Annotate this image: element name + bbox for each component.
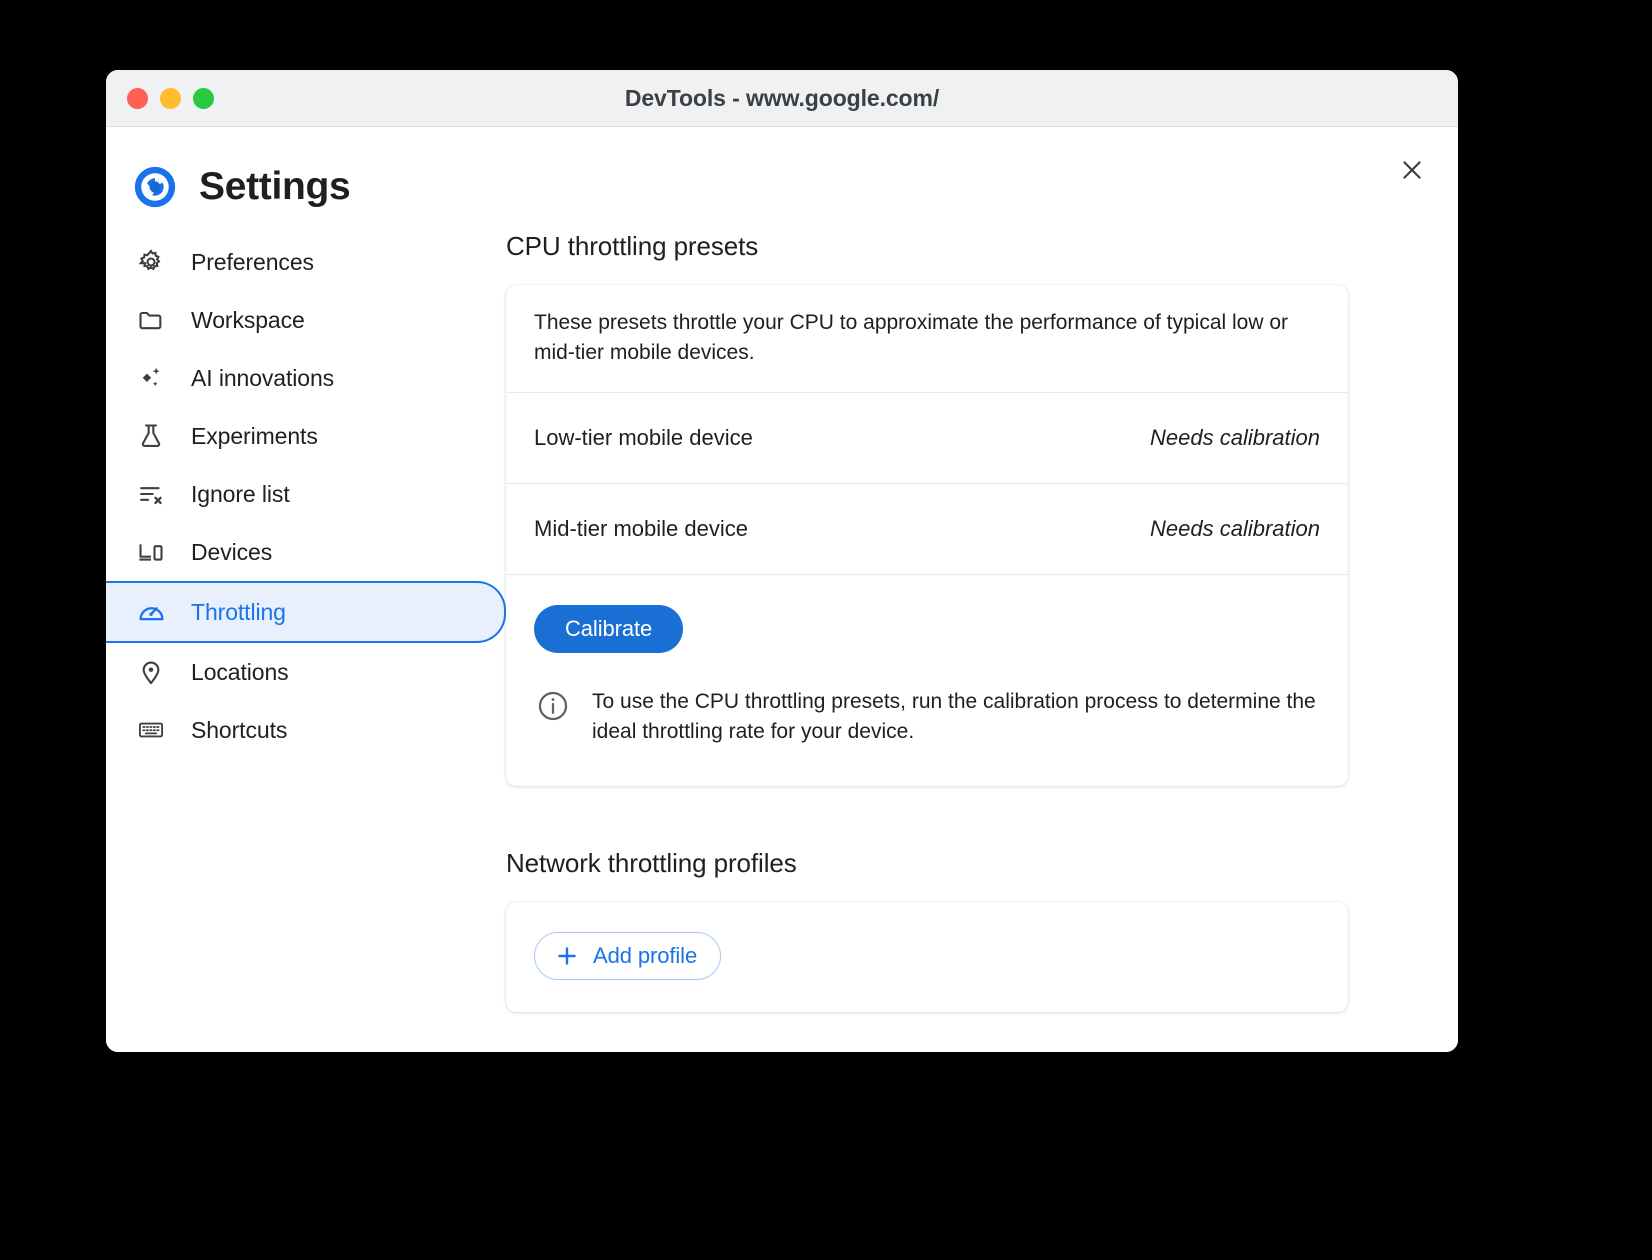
- settings-main-panel: CPU throttling presets These presets thr…: [506, 209, 1458, 1012]
- plus-icon: [558, 946, 576, 965]
- sidebar-item-label: Devices: [191, 538, 273, 565]
- sidebar-item-ai-innovations[interactable]: AI innovations: [106, 349, 506, 407]
- chrome-logo-icon: [134, 166, 176, 208]
- sidebar-item-label: Workspace: [191, 306, 305, 333]
- cpu-section-description: These presets throttle your CPU to appro…: [506, 285, 1348, 393]
- sidebar-item-workspace[interactable]: Workspace: [106, 291, 506, 349]
- close-settings-button[interactable]: [1393, 151, 1431, 189]
- devtools-window: DevTools - www.google.com/ Settings Pref…: [106, 70, 1458, 1052]
- list-x-icon: [136, 479, 166, 509]
- sidebar-item-devices[interactable]: Devices: [106, 523, 506, 581]
- network-section-title: Network throttling profiles: [506, 847, 797, 878]
- settings-content: Settings Preferences Workspace AI innova…: [106, 127, 1458, 1052]
- sidebar-item-label: AI innovations: [191, 364, 335, 391]
- sparkle-icon: [136, 363, 166, 393]
- settings-sidebar: Preferences Workspace AI innovations Exp…: [106, 209, 506, 759]
- sidebar-item-locations[interactable]: Locations: [106, 643, 506, 701]
- sidebar-item-preferences[interactable]: Preferences: [106, 233, 506, 291]
- calibration-info-text: To use the CPU throttling presets, run t…: [592, 689, 1316, 744]
- calibration-info-row: To use the CPU throttling presets, run t…: [506, 653, 1348, 786]
- settings-header: Settings: [106, 127, 1458, 209]
- preset-status-badge: Needs calibration: [1150, 424, 1320, 450]
- info-icon: [536, 689, 570, 728]
- sidebar-item-shortcuts[interactable]: Shortcuts: [106, 701, 506, 759]
- cpu-throttling-card: These presets throttle your CPU to appro…: [506, 285, 1348, 786]
- sidebar-item-label: Shortcuts: [191, 716, 288, 743]
- calibrate-button-container: Calibrate: [506, 575, 1348, 653]
- network-profiles-card: Add profile: [506, 901, 1348, 1012]
- sidebar-item-experiments[interactable]: Experiments: [106, 407, 506, 465]
- close-icon: [1403, 161, 1421, 179]
- sidebar-item-throttling[interactable]: Throttling: [106, 581, 506, 643]
- sidebar-item-label: Ignore list: [191, 480, 290, 507]
- add-profile-button[interactable]: Add profile: [534, 931, 722, 980]
- preset-name: Mid-tier mobile device: [534, 515, 748, 541]
- location-pin-icon: [136, 657, 166, 687]
- keyboard-icon: [136, 715, 166, 745]
- sidebar-item-label: Locations: [191, 658, 289, 685]
- preset-status-badge: Needs calibration: [1150, 515, 1320, 541]
- add-profile-label: Add profile: [593, 942, 698, 968]
- devices-icon: [136, 537, 166, 567]
- calibrate-button[interactable]: Calibrate: [534, 604, 684, 653]
- preset-name: Low-tier mobile device: [534, 424, 753, 450]
- sidebar-item-label: Throttling: [191, 598, 286, 625]
- window-title: DevTools - www.google.com/: [624, 84, 940, 111]
- sidebar-item-ignore-list[interactable]: Ignore list: [106, 465, 506, 523]
- preset-row[interactable]: Low-tier mobile device Needs calibration: [506, 393, 1348, 484]
- folder-icon: [136, 305, 166, 335]
- page-title: Settings: [199, 165, 351, 208]
- window-titlebar: DevTools - www.google.com/: [106, 70, 1458, 127]
- sidebar-item-label: Experiments: [191, 422, 318, 449]
- gear-icon: [136, 247, 166, 277]
- sidebar-item-label: Preferences: [191, 248, 314, 275]
- preset-row[interactable]: Mid-tier mobile device Needs calibration: [506, 484, 1348, 575]
- flask-icon: [136, 421, 166, 451]
- speedometer-icon: [136, 597, 166, 627]
- cpu-section-title: CPU throttling presets: [506, 231, 759, 261]
